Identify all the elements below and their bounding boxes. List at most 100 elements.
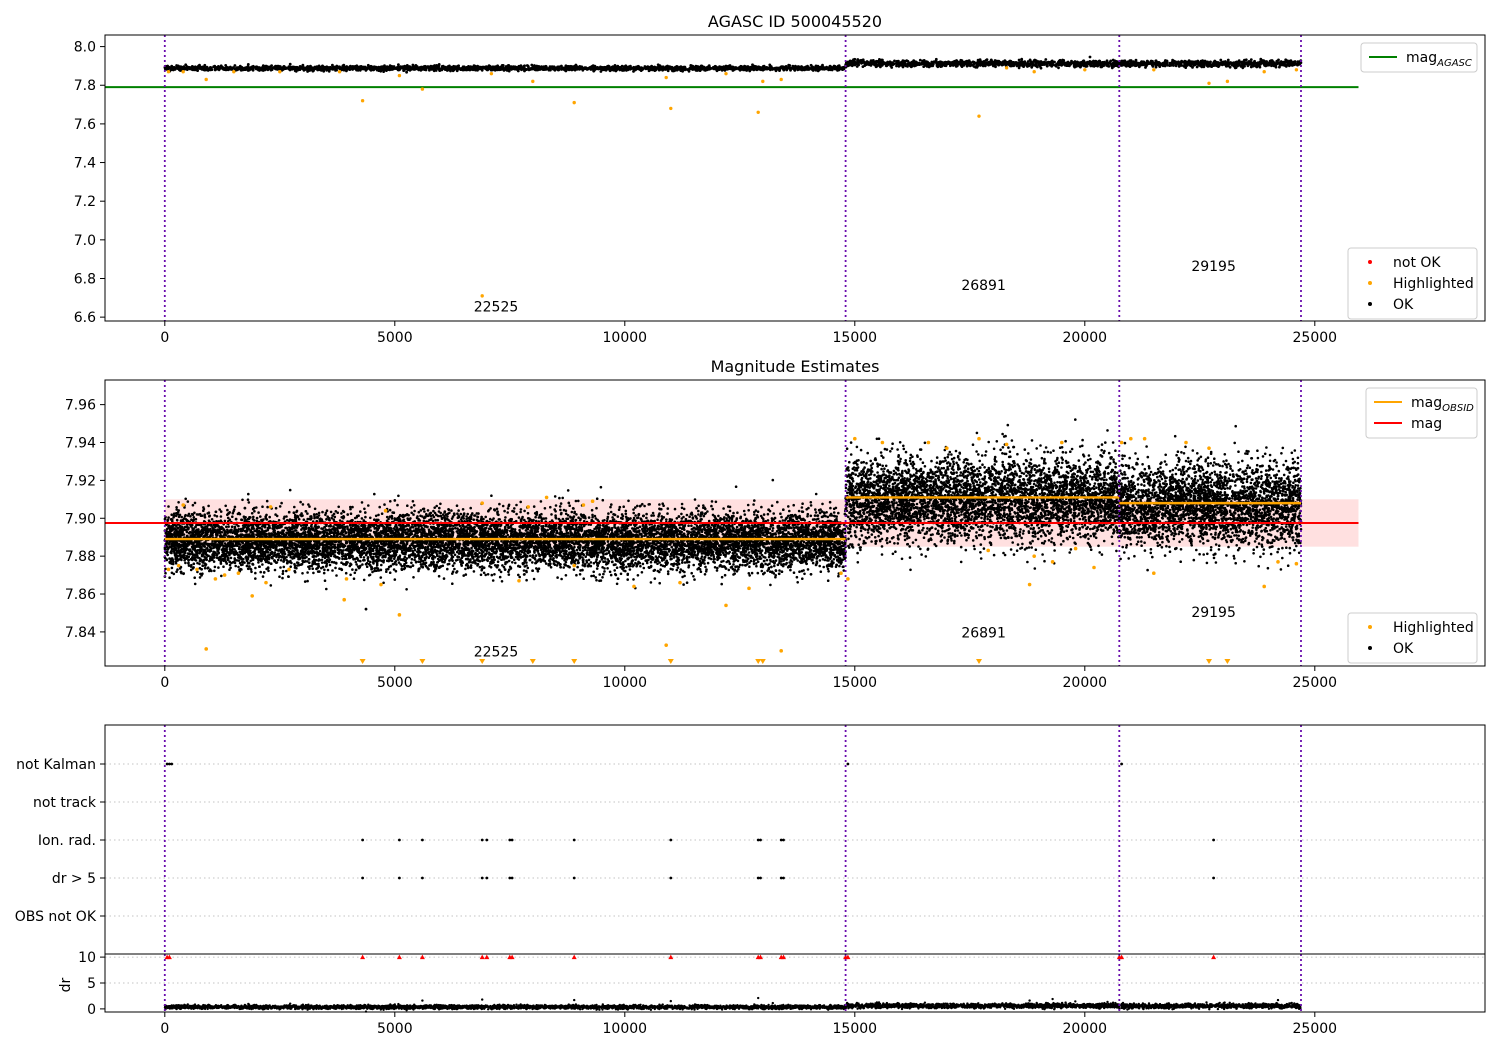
ok-point	[1008, 62, 1011, 65]
ok-point	[611, 66, 614, 69]
ok-point	[1276, 60, 1279, 63]
ok-point	[1080, 62, 1083, 65]
ok-point	[1091, 65, 1094, 68]
highlighted-point	[1005, 66, 1008, 69]
highlighted-point	[1263, 70, 1266, 73]
ok-point	[191, 67, 194, 70]
ok-point	[169, 66, 172, 69]
highlighted-point	[167, 70, 170, 73]
ok-point	[922, 65, 925, 68]
highlighted-point	[573, 101, 576, 104]
ok-point	[773, 68, 776, 71]
ok-point	[1029, 59, 1032, 62]
x-tick-label: 0	[160, 330, 169, 346]
ok-point	[640, 67, 643, 70]
ok-point	[306, 70, 309, 73]
ok-point	[688, 515, 691, 518]
legend-dot-marker	[1368, 260, 1372, 264]
highlighted-point	[1152, 68, 1155, 71]
ok-point	[271, 68, 274, 71]
ok-point	[575, 64, 578, 67]
ok-point	[1089, 56, 1092, 59]
legend-subscript: AGASC	[1436, 58, 1472, 69]
highlighted-point	[1033, 70, 1036, 73]
y-tick-label: 8.0	[74, 40, 96, 56]
ok-point	[321, 561, 324, 564]
ok-point	[345, 69, 348, 72]
ok-point	[644, 66, 647, 69]
ok-point	[755, 68, 758, 71]
ok-point	[289, 63, 292, 66]
ok-point	[1218, 64, 1221, 67]
ok-point	[1259, 61, 1262, 64]
ok-point	[1134, 64, 1137, 67]
ok-point	[174, 67, 177, 70]
ok-point	[941, 63, 944, 66]
ok-point	[466, 66, 469, 69]
ok-point	[386, 65, 389, 68]
ok-point	[955, 59, 958, 62]
ok-point	[723, 67, 726, 70]
ok-point	[177, 67, 180, 70]
ok-point	[1200, 62, 1203, 65]
ok-point	[1281, 63, 1284, 66]
ok-point	[930, 64, 933, 67]
highlighted-point	[724, 72, 727, 75]
ok-point	[398, 69, 401, 72]
ok-point	[553, 65, 556, 68]
highlighted-point	[977, 114, 980, 117]
ok-point	[649, 67, 652, 70]
legend-dot-marker	[1368, 302, 1372, 306]
ok-point	[1164, 62, 1167, 65]
ok-point	[863, 64, 866, 67]
ok-point	[1229, 66, 1232, 69]
ok-point	[220, 64, 223, 67]
ok-point	[898, 62, 901, 65]
ok-point	[270, 64, 273, 67]
ok-point	[660, 67, 663, 70]
ok-point	[526, 64, 529, 67]
ok-point	[1112, 61, 1115, 64]
ok-point	[876, 64, 879, 67]
ok-point	[192, 504, 195, 507]
ok-point	[762, 65, 765, 68]
ok-point	[361, 67, 364, 70]
ok-point	[533, 68, 536, 71]
figure-svg: AGASC ID 5000455202252526891291950500010…	[0, 0, 1500, 1050]
ok-point	[421, 67, 424, 70]
ok-point	[825, 66, 828, 69]
ok-point	[424, 65, 427, 68]
ok-point	[323, 67, 326, 70]
ok-point	[515, 67, 518, 70]
ok-point	[592, 66, 595, 69]
y-tick-label: 6.6	[74, 310, 96, 326]
ok-point	[1018, 67, 1021, 70]
x-tick-label: 20000	[1063, 330, 1108, 346]
legend-dot-marker	[1368, 281, 1372, 285]
ok-point	[481, 66, 484, 69]
ok-point	[653, 69, 656, 72]
ok-point	[902, 61, 905, 64]
ok-point	[643, 567, 646, 570]
ok-point	[1115, 63, 1118, 66]
ok-point	[371, 68, 374, 71]
ok-point	[1151, 62, 1154, 65]
ok-point	[750, 68, 753, 71]
ok-point	[428, 67, 431, 70]
ok-point	[1084, 62, 1087, 65]
figure: AGASC ID 5000455202252526891291950500010…	[0, 0, 1500, 1050]
ok-point	[523, 64, 526, 67]
ok-point	[1177, 60, 1180, 63]
ok-point	[279, 566, 282, 569]
ok-point	[997, 64, 1000, 67]
ok-point	[986, 61, 989, 64]
ok-point	[937, 63, 940, 66]
ok-point	[335, 66, 338, 69]
ok-point	[666, 65, 669, 68]
ok-point	[1228, 62, 1231, 65]
ok-point	[767, 67, 770, 70]
highlighted-point	[232, 70, 235, 73]
ok-point	[433, 69, 436, 72]
highlighted-point	[182, 70, 185, 73]
ok-point	[788, 67, 791, 70]
